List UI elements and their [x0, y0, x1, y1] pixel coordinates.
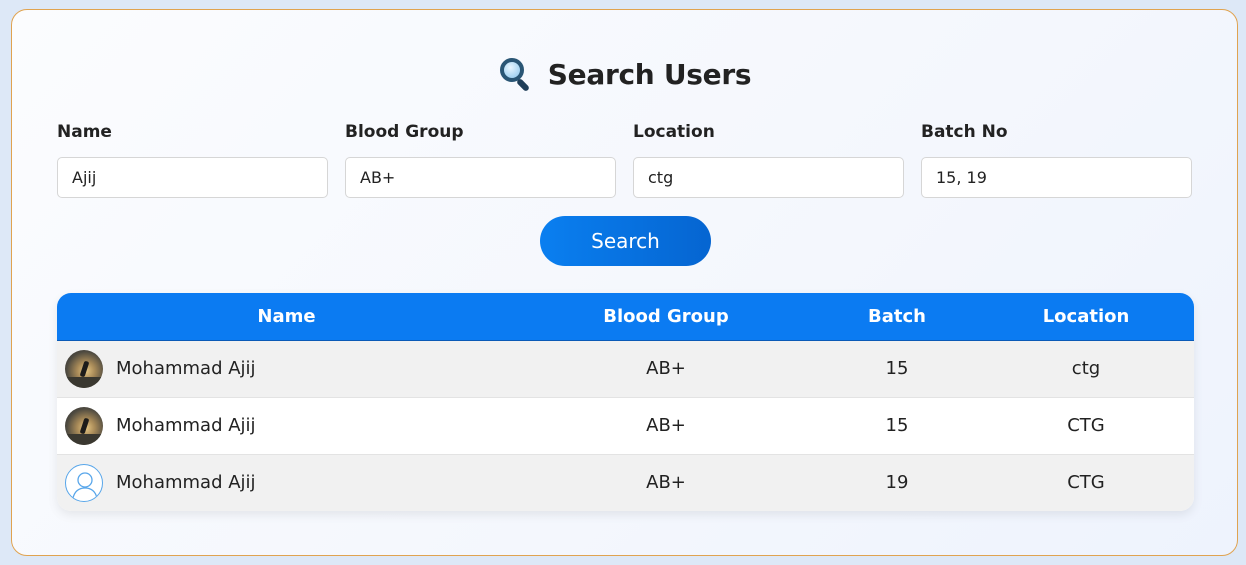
batch-cell: 15 — [885, 415, 909, 436]
name-input[interactable] — [57, 157, 328, 198]
column-header-batch[interactable]: Batch — [816, 293, 978, 341]
table-row[interactable]: Mohammad Ajij AB+ 15 ctg — [57, 340, 1194, 397]
page-title-text: Search Users — [547, 57, 752, 91]
batch-cell: 19 — [885, 472, 909, 494]
location-cell: ctg — [1071, 358, 1101, 379]
table-row[interactable]: Mohammad Ajij AB+ 19 CTG — [57, 454, 1194, 511]
location-label: Location — [633, 122, 715, 142]
batch-no-field-group: Batch No — [921, 122, 1192, 198]
column-header-blood-group[interactable]: Blood Group — [516, 293, 816, 341]
blood-group-label: Blood Group — [345, 122, 464, 142]
table-header-row: Name Blood Group Batch Location — [57, 293, 1194, 341]
name-label: Name — [57, 122, 112, 142]
user-name: Mohammad Ajij — [116, 415, 256, 436]
magnifying-glass-icon — [498, 56, 534, 93]
location-input[interactable] — [633, 157, 904, 198]
blood-group-cell: AB+ — [646, 472, 686, 494]
name-field-group: Name — [57, 122, 328, 198]
blood-group-field-group: Blood Group — [345, 122, 616, 198]
search-fields: Name Blood Group Location Batch No — [57, 122, 1194, 198]
search-button[interactable]: Search — [540, 216, 711, 266]
location-field-group: Location — [633, 122, 904, 198]
results-table-container: Name Blood Group Batch Location Mohammad… — [57, 293, 1194, 511]
name-cell: Mohammad Ajij — [57, 340, 516, 397]
column-header-location[interactable]: Location — [978, 293, 1194, 341]
results-table: Name Blood Group Batch Location Mohammad… — [57, 293, 1194, 511]
name-cell: Mohammad Ajij — [57, 454, 516, 511]
user-name: Mohammad Ajij — [116, 358, 256, 379]
batch-no-label: Batch No — [921, 122, 1008, 142]
search-card: Search Users Name Blood Group Location B… — [11, 9, 1238, 556]
default-user-icon — [65, 463, 103, 502]
column-header-name[interactable]: Name — [57, 293, 516, 341]
blood-group-cell: AB+ — [646, 415, 686, 436]
avatar — [65, 349, 103, 388]
location-cell: CTG — [1067, 472, 1105, 494]
name-cell: Mohammad Ajij — [57, 397, 516, 454]
location-cell: CTG — [1067, 415, 1105, 436]
page-title: Search Users — [12, 56, 1237, 93]
batch-no-input[interactable] — [921, 157, 1192, 198]
user-name: Mohammad Ajij — [116, 472, 256, 494]
blood-group-input[interactable] — [345, 157, 616, 198]
blood-group-cell: AB+ — [646, 358, 686, 379]
avatar — [65, 406, 103, 445]
table-row[interactable]: Mohammad Ajij AB+ 15 CTG — [57, 397, 1194, 454]
batch-cell: 15 — [885, 358, 909, 379]
